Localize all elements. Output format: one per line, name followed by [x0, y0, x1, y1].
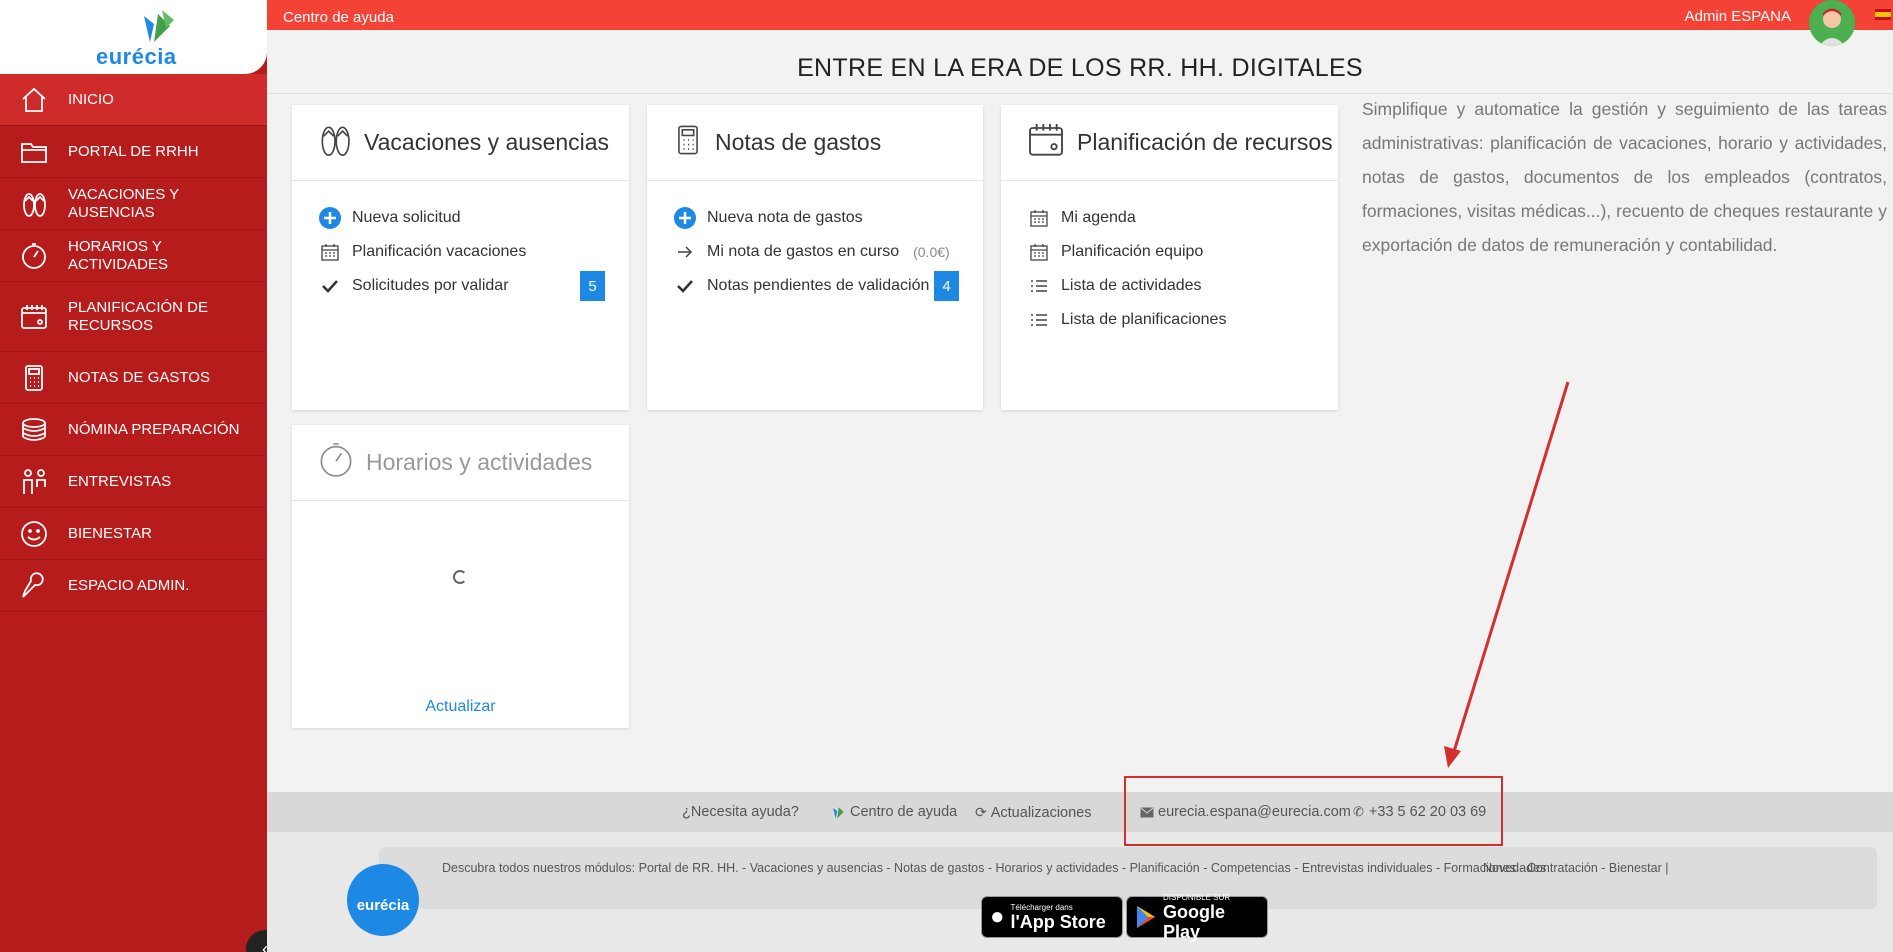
app-store-button[interactable]: ● Télécharger dans l'App Store — [981, 896, 1123, 938]
logo-text: eurécia — [96, 44, 177, 69]
user-avatar-icon — [1809, 0, 1855, 46]
plus-circle-icon — [316, 207, 344, 229]
logo-leaf-icon — [144, 10, 174, 42]
count-badge: 5 — [580, 271, 605, 301]
sidebar-item-vacaciones[interactable]: VACACIONES Y AUSENCIAS — [0, 178, 267, 230]
topbar: Centro de ayuda Admin ESPANA — [267, 0, 1893, 46]
card-title: Planificación de recursos — [1077, 129, 1333, 155]
footer: Descubra todos nuestros módulos: Portal … — [267, 832, 1893, 952]
sidebar-item-portal[interactable]: PORTAL DE RRHH — [0, 126, 267, 178]
card-vacaciones: Vacaciones y ausencias Nueva solicitud P… — [292, 105, 629, 410]
calendar-icon — [0, 302, 68, 332]
updates-link[interactable]: ⟳ Actualizaciones — [975, 804, 1091, 821]
activities-list-link[interactable]: Lista de actividades — [1025, 269, 1314, 303]
list-icon — [1025, 313, 1053, 327]
card-header[interactable]: Horarios y actividades — [292, 425, 629, 501]
card-header[interactable]: Vacaciones y ausencias — [292, 105, 629, 181]
team-planning-link[interactable]: Planificación equipo — [1025, 235, 1314, 269]
home-icon — [0, 85, 68, 115]
calculator-icon — [0, 363, 68, 393]
news-link[interactable]: Novedades — [1483, 861, 1546, 875]
plus-circle-icon — [671, 207, 699, 229]
intro-description: Simplifique y automatice la gestión y se… — [1362, 99, 1887, 255]
contact-bar: ¿Necesita ayuda? Centro de ayuda ⟳ Actua… — [267, 792, 1893, 832]
expense-amount: (0.0€) — [913, 244, 950, 260]
loading-spinner-icon — [453, 570, 467, 584]
plannings-list-link[interactable]: Lista de planificaciones — [1025, 303, 1314, 337]
card-header[interactable]: Notas de gastos — [647, 105, 983, 181]
need-help-text: ¿Necesita ayuda? — [682, 804, 799, 820]
check-icon — [671, 278, 699, 294]
avatar[interactable] — [1809, 0, 1855, 46]
spain-flag-icon[interactable] — [1875, 9, 1891, 20]
footer-logo[interactable]: eurécia — [347, 864, 419, 936]
flip-flops-icon — [0, 189, 68, 219]
apple-icon: ● — [990, 903, 1005, 930]
card-notas-de-gastos: Notas de gastos Nueva nota de gastos Mi … — [647, 105, 983, 410]
logo[interactable]: eurécia — [0, 0, 267, 74]
flip-flops-icon — [316, 120, 354, 165]
card-planificacion: Planificación de recursos Mi agenda Plan… — [1001, 105, 1338, 410]
help-center-link[interactable]: Centro de ayuda — [283, 9, 394, 26]
calculator-icon — [671, 120, 705, 165]
current-expense-link[interactable]: Mi nota de gastos en curso (0.0€) — [671, 235, 959, 269]
card-header[interactable]: Planificación de recursos — [1001, 105, 1338, 181]
new-request-link[interactable]: Nueva solicitud — [316, 201, 605, 235]
help-center-footer-link[interactable]: Centro de ayuda — [830, 804, 957, 820]
sidebar-item-planificacion[interactable]: PLANIFICACIÓN DE RECURSOS — [0, 282, 267, 352]
calendar-icon — [316, 243, 344, 261]
sidebar-item-horarios[interactable]: HORARIOS Y ACTIVIDADES — [0, 230, 267, 282]
my-agenda-link[interactable]: Mi agenda — [1025, 201, 1314, 235]
stopwatch-icon — [316, 439, 356, 486]
sidebar-item-notas[interactable]: NOTAS DE GASTOS — [0, 352, 267, 404]
pending-expenses-link[interactable]: Notas pendientes de validación 4 — [671, 269, 959, 303]
card-title: Notas de gastos — [715, 129, 882, 155]
refresh-link[interactable]: Actualizar — [292, 698, 629, 716]
requests-to-validate-link[interactable]: Solicitudes por validar 5 — [316, 269, 605, 303]
folder-icon — [0, 137, 68, 167]
arrow-right-icon — [671, 245, 699, 259]
page-title: ENTRE EN LA ERA DE LOS RR. HH. DIGITALES — [797, 54, 1363, 82]
sidebar-menu: INICIO PORTAL DE RRHH VACACIONES Y AUSEN… — [0, 74, 267, 612]
user-name[interactable]: Admin ESPANA — [1685, 8, 1791, 25]
sidebar-item-admin[interactable]: ESPACIO ADMIN. — [0, 560, 267, 612]
calendar-icon — [1025, 209, 1053, 227]
google-play-button[interactable]: DISPONIBLE SUR Google Play — [1126, 893, 1268, 942]
wrench-icon — [0, 571, 68, 601]
google-play-icon — [1137, 906, 1155, 928]
sidebar-item-entrevistas[interactable]: ENTREVISTAS — [0, 456, 267, 508]
count-badge: 4 — [934, 271, 959, 301]
check-icon — [316, 278, 344, 294]
card-title: Vacaciones y ausencias — [364, 129, 610, 155]
stopwatch-icon — [0, 241, 68, 271]
sidebar-item-inicio[interactable]: INICIO — [0, 74, 267, 126]
sidebar-item-bienestar[interactable]: BIENESTAR — [0, 508, 267, 560]
new-expense-link[interactable]: Nueva nota de gastos — [671, 201, 959, 235]
people-icon — [0, 467, 68, 497]
card-title: Horarios y actividades — [366, 449, 593, 475]
calendar-icon — [1025, 243, 1053, 261]
logo-leaf-icon — [833, 807, 844, 819]
calendar-icon — [1025, 120, 1067, 165]
card-horarios: Horarios y actividades Actualizar — [292, 425, 629, 728]
highlight-box — [1124, 776, 1503, 846]
sidebar: eurécia INICIO PORTAL DE RRHH VACACIONES… — [0, 0, 284, 952]
smiley-icon — [0, 519, 68, 549]
list-icon — [1025, 279, 1053, 293]
refresh-icon: ⟳ — [975, 804, 987, 820]
coins-icon — [0, 415, 68, 445]
sidebar-item-nomina[interactable]: NÓMINA PREPARACIÓN — [0, 404, 267, 456]
vacation-planning-link[interactable]: Planificación vacaciones — [316, 235, 605, 269]
